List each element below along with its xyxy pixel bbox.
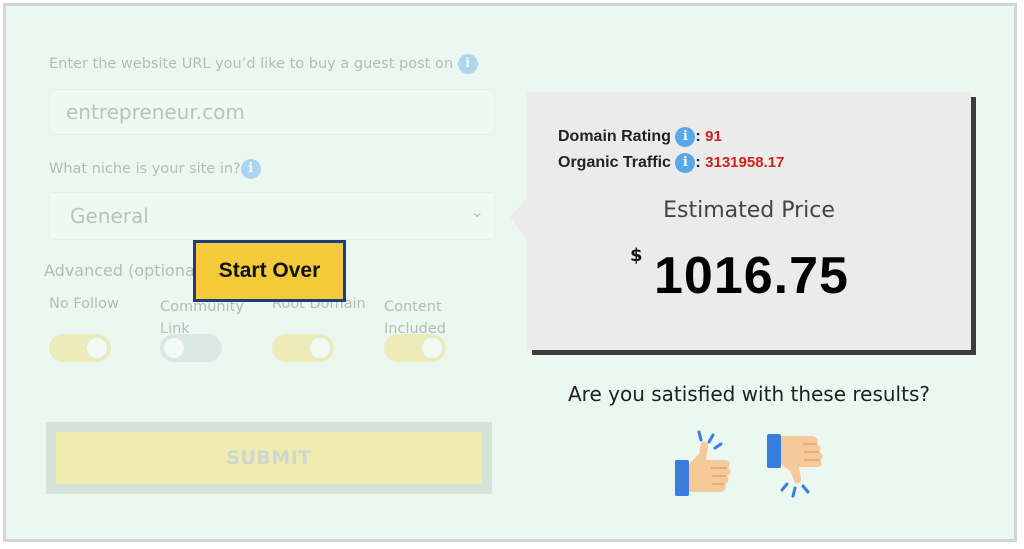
submit-button-frame: SUBMIT bbox=[46, 422, 492, 494]
community-link-toggle[interactable] bbox=[160, 334, 222, 362]
domain-rating-label: Domain Rating bbox=[558, 128, 671, 146]
url-input-value: entrepreneur.com bbox=[66, 100, 245, 124]
organic-traffic-label: Organic Traffic bbox=[558, 154, 671, 172]
toggle-knob bbox=[86, 337, 108, 359]
advanced-label: Advanced (optional) bbox=[44, 261, 206, 280]
info-icon[interactable]: i bbox=[675, 153, 696, 173]
thumbs-down-icon[interactable] bbox=[763, 430, 827, 500]
toggle-knob bbox=[309, 337, 331, 359]
root-domain-toggle[interactable] bbox=[272, 334, 334, 362]
currency-symbol: $ bbox=[630, 245, 643, 266]
organic-traffic-value: 3131958.17 bbox=[705, 154, 785, 172]
toggle-knob bbox=[421, 337, 443, 359]
url-input[interactable]: entrepreneur.com bbox=[49, 89, 495, 135]
niche-select[interactable]: General ⌄ bbox=[49, 192, 495, 240]
niche-label: What niche is your site in? i bbox=[49, 159, 261, 179]
colon: : bbox=[695, 128, 701, 146]
thumbs-up-icon[interactable] bbox=[671, 430, 735, 500]
domain-rating-row: Domain Rating i: 91 bbox=[558, 127, 722, 147]
niche-select-value: General bbox=[70, 204, 149, 228]
chevron-down-icon: ⌄ bbox=[470, 202, 484, 221]
submit-button[interactable]: SUBMIT bbox=[56, 432, 482, 484]
info-icon[interactable]: i bbox=[240, 159, 261, 179]
results-panel: Domain Rating i: 91 Organic Traffic i: 3… bbox=[527, 92, 971, 350]
results-panel-pointer bbox=[510, 196, 528, 240]
domain-rating-value: 91 bbox=[705, 128, 722, 146]
estimated-price-value: 1016.75 bbox=[654, 247, 849, 305]
start-over-button[interactable]: Start Over bbox=[193, 240, 346, 302]
satisfaction-question: Are you satisfied with these results? bbox=[568, 382, 930, 406]
no-follow-toggle[interactable] bbox=[49, 334, 111, 362]
estimated-price-label: Estimated Price bbox=[663, 198, 835, 223]
toggle-knob bbox=[163, 337, 185, 359]
url-label: Enter the website URL you’d like to buy … bbox=[49, 54, 478, 74]
colon: : bbox=[695, 154, 701, 172]
toggle-label-no-follow: No Follow bbox=[49, 296, 119, 312]
organic-traffic-row: Organic Traffic i: 3131958.17 bbox=[558, 153, 784, 173]
content-included-toggle[interactable] bbox=[384, 334, 446, 362]
info-icon[interactable]: i bbox=[457, 54, 478, 74]
info-icon[interactable]: i bbox=[675, 127, 696, 147]
